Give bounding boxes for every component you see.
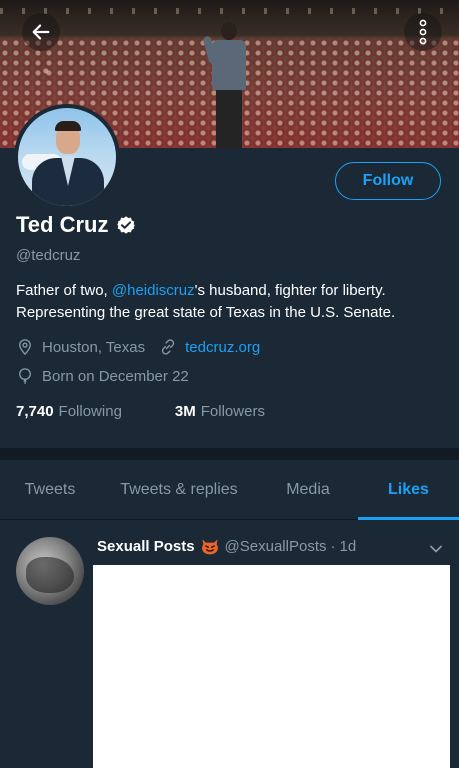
profile-bio: Father of two, @heidiscruz's husband, fi… (16, 280, 446, 324)
profile-birth-date: Born on December 22 (42, 367, 189, 385)
bio-mention-link[interactable]: @heidiscruz (112, 282, 195, 299)
section-divider (0, 448, 459, 460)
following-stat[interactable]: 7,740 Following (16, 403, 122, 420)
balloon-icon (16, 367, 34, 385)
tweet-separator: · (330, 537, 336, 555)
more-options-button[interactable] (404, 13, 442, 51)
back-button[interactable] (22, 13, 60, 51)
follow-button[interactable]: Follow (335, 162, 441, 200)
location-pin-icon (16, 338, 34, 356)
tweet-timestamp: 1d (339, 537, 357, 555)
profile-stats: 7,740 Following 3M Followers (16, 403, 265, 420)
following-label: Following (58, 403, 122, 420)
tweet-media-redacted (93, 565, 450, 768)
followers-label: Followers (200, 403, 265, 420)
tab-media[interactable]: Media (258, 460, 358, 520)
vertical-dots-icon (419, 19, 427, 45)
tab-tweets[interactable]: Tweets (0, 460, 100, 520)
profile-name-row: Ted Cruz (16, 212, 136, 238)
active-tab-indicator (358, 517, 459, 520)
tweet-author-handle: @SexuallPosts (224, 537, 327, 555)
following-count: 7,740 (16, 403, 54, 420)
verified-badge-icon (117, 216, 136, 234)
link-icon (159, 338, 177, 356)
profile-location: Houston, Texas (42, 338, 146, 356)
tweet-author-avatar[interactable] (16, 537, 84, 605)
profile-tabs: Tweets Tweets & replies Media Likes (0, 460, 459, 520)
tweet-author-name[interactable]: Sexuall Posts (97, 538, 195, 555)
followers-count: 3M (174, 403, 196, 420)
display-name: Ted Cruz (16, 212, 109, 237)
profile-website-link[interactable]: tedcruz.org (185, 339, 260, 356)
devil-emoji-icon (200, 536, 220, 556)
profile-meta-row: Houston, Texas tedcruz.org (16, 338, 260, 356)
tweet-item[interactable]: Sexuall Posts @SexuallPosts · 1d (0, 521, 459, 768)
banner-speaker (202, 22, 252, 148)
tab-tweets-and-replies[interactable]: Tweets & replies (100, 460, 258, 520)
chevron-down-icon[interactable] (428, 541, 444, 557)
website-group: tedcruz.org (159, 338, 260, 356)
tab-likes[interactable]: Likes (358, 460, 459, 520)
arrow-left-icon (32, 24, 50, 40)
avatar[interactable] (18, 108, 116, 206)
followers-stat[interactable]: 3M Followers (175, 403, 265, 420)
profile-avatar-frame (14, 104, 120, 210)
bio-text-prefix: Father of two, (16, 282, 112, 299)
tweet-header: Sexuall Posts @SexuallPosts · 1d (97, 536, 356, 556)
profile-handle: @tedcruz (16, 247, 81, 264)
banner-lights (0, 8, 459, 14)
profile-birth-row: Born on December 22 (16, 367, 189, 385)
